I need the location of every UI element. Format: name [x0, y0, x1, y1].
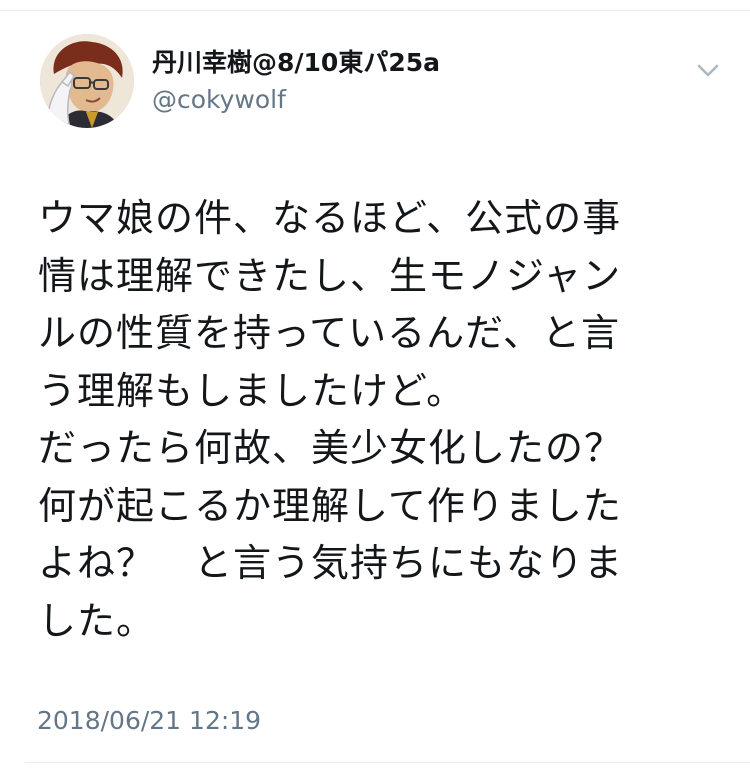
display-name[interactable]: 丹川幸樹@8/10東パ25a [152, 46, 440, 80]
tweet-text-line: ウマ娘の件、なるほど、公式の事 [38, 196, 622, 240]
bottom-divider [25, 762, 750, 763]
tweet-text-line: 何が起こるか理解して作りました [38, 483, 622, 528]
chevron-down-icon-svg [697, 64, 719, 77]
tweet-text-line: よね？ と言う気持ちにもなりま [38, 541, 624, 585]
tweet-text-line: だったら何故、美少女化したの？ [38, 426, 624, 470]
tweet-timestamp[interactable]: 2018/06/21 12:19 [37, 704, 261, 738]
tweet-text: ウマ娘の件、なるほど、公式の事 情は理解できたし、生モノジャン ルの性質を持って… [38, 190, 728, 650]
avatar-illustration [40, 34, 134, 128]
avatar[interactable] [40, 34, 134, 128]
tweet-author[interactable]: 丹川幸樹@8/10東パ25a @cokywolf [152, 46, 440, 118]
tweet-text-line: う理解もしましたけど。 [38, 368, 466, 413]
tweet-text-line: ルの性質を持っているんだ、と言 [38, 311, 620, 355]
top-divider [0, 10, 750, 11]
chevron-down-icon[interactable] [694, 56, 722, 84]
tweet-text-line: した。 [38, 598, 156, 643]
tweet-text-line: 情は理解できたし、生モノジャン [38, 253, 622, 298]
user-handle[interactable]: @cokywolf [152, 82, 440, 118]
